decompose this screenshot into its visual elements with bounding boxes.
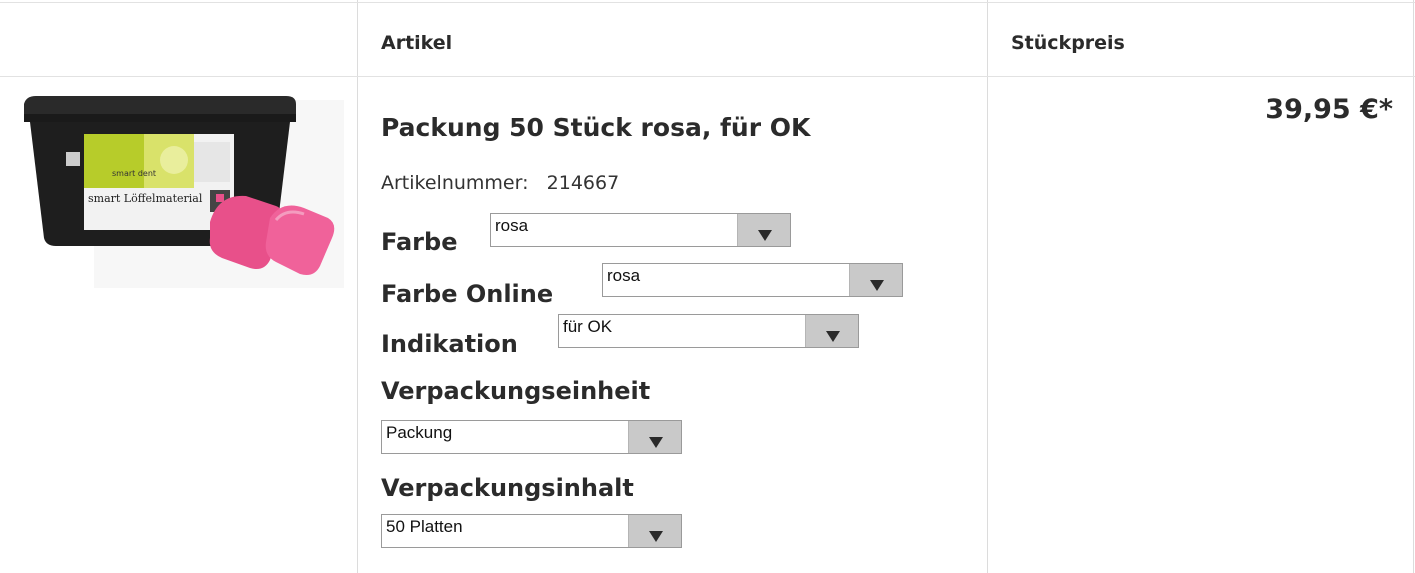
verpackungseinheit-label: Verpackungseinheit	[381, 377, 651, 405]
product-image[interactable]: smart dent smart Löffelmaterial	[14, 90, 344, 288]
farbe-select-value: rosa	[495, 216, 529, 235]
indikation-label: Indikation	[381, 330, 518, 358]
row-divider	[0, 2, 1415, 3]
farbe-online-select-value: rosa	[607, 266, 641, 285]
article-number-value: 214667	[546, 172, 620, 194]
indikation-select[interactable]: für OK	[558, 314, 859, 348]
chevron-down-icon	[737, 214, 790, 246]
row-divider	[0, 76, 1415, 77]
column-header-unit-price: Stückpreis	[1011, 32, 1125, 54]
article-number-row: Artikelnummer: 214667	[381, 172, 619, 194]
label-text: smart Löffelmaterial	[88, 192, 203, 205]
farbe-select[interactable]: rosa	[490, 213, 791, 247]
farbe-online-select[interactable]: rosa	[602, 263, 903, 297]
unit-price: 39,95 €*	[1265, 94, 1393, 125]
verpackungseinheit-select[interactable]: Packung	[381, 420, 682, 454]
verpackungsinhalt-select-value: 50 Platten	[386, 517, 463, 536]
column-divider	[1413, 0, 1414, 573]
verpackungseinheit-select-value: Packung	[386, 423, 453, 442]
chevron-down-icon	[805, 315, 858, 347]
product-title[interactable]: Packung 50 Stück rosa, für OK	[381, 113, 810, 142]
brand-text: smart dent	[112, 169, 156, 178]
column-divider	[987, 0, 988, 573]
indikation-select-value: für OK	[563, 317, 613, 336]
column-header-article: Artikel	[381, 32, 453, 54]
chevron-down-icon	[628, 515, 681, 547]
farbe-label: Farbe	[381, 228, 458, 256]
column-divider	[357, 0, 358, 573]
verpackungsinhalt-select[interactable]: 50 Platten	[381, 514, 682, 548]
chevron-down-icon	[849, 264, 902, 296]
article-number-label: Artikelnummer:	[381, 172, 529, 194]
chevron-down-icon	[628, 421, 681, 453]
farbe-online-label: Farbe Online	[381, 280, 554, 308]
cart-table: Artikel Stückpreis smart dent smart Löff…	[0, 0, 1415, 573]
verpackungsinhalt-label: Verpackungsinhalt	[381, 474, 634, 502]
